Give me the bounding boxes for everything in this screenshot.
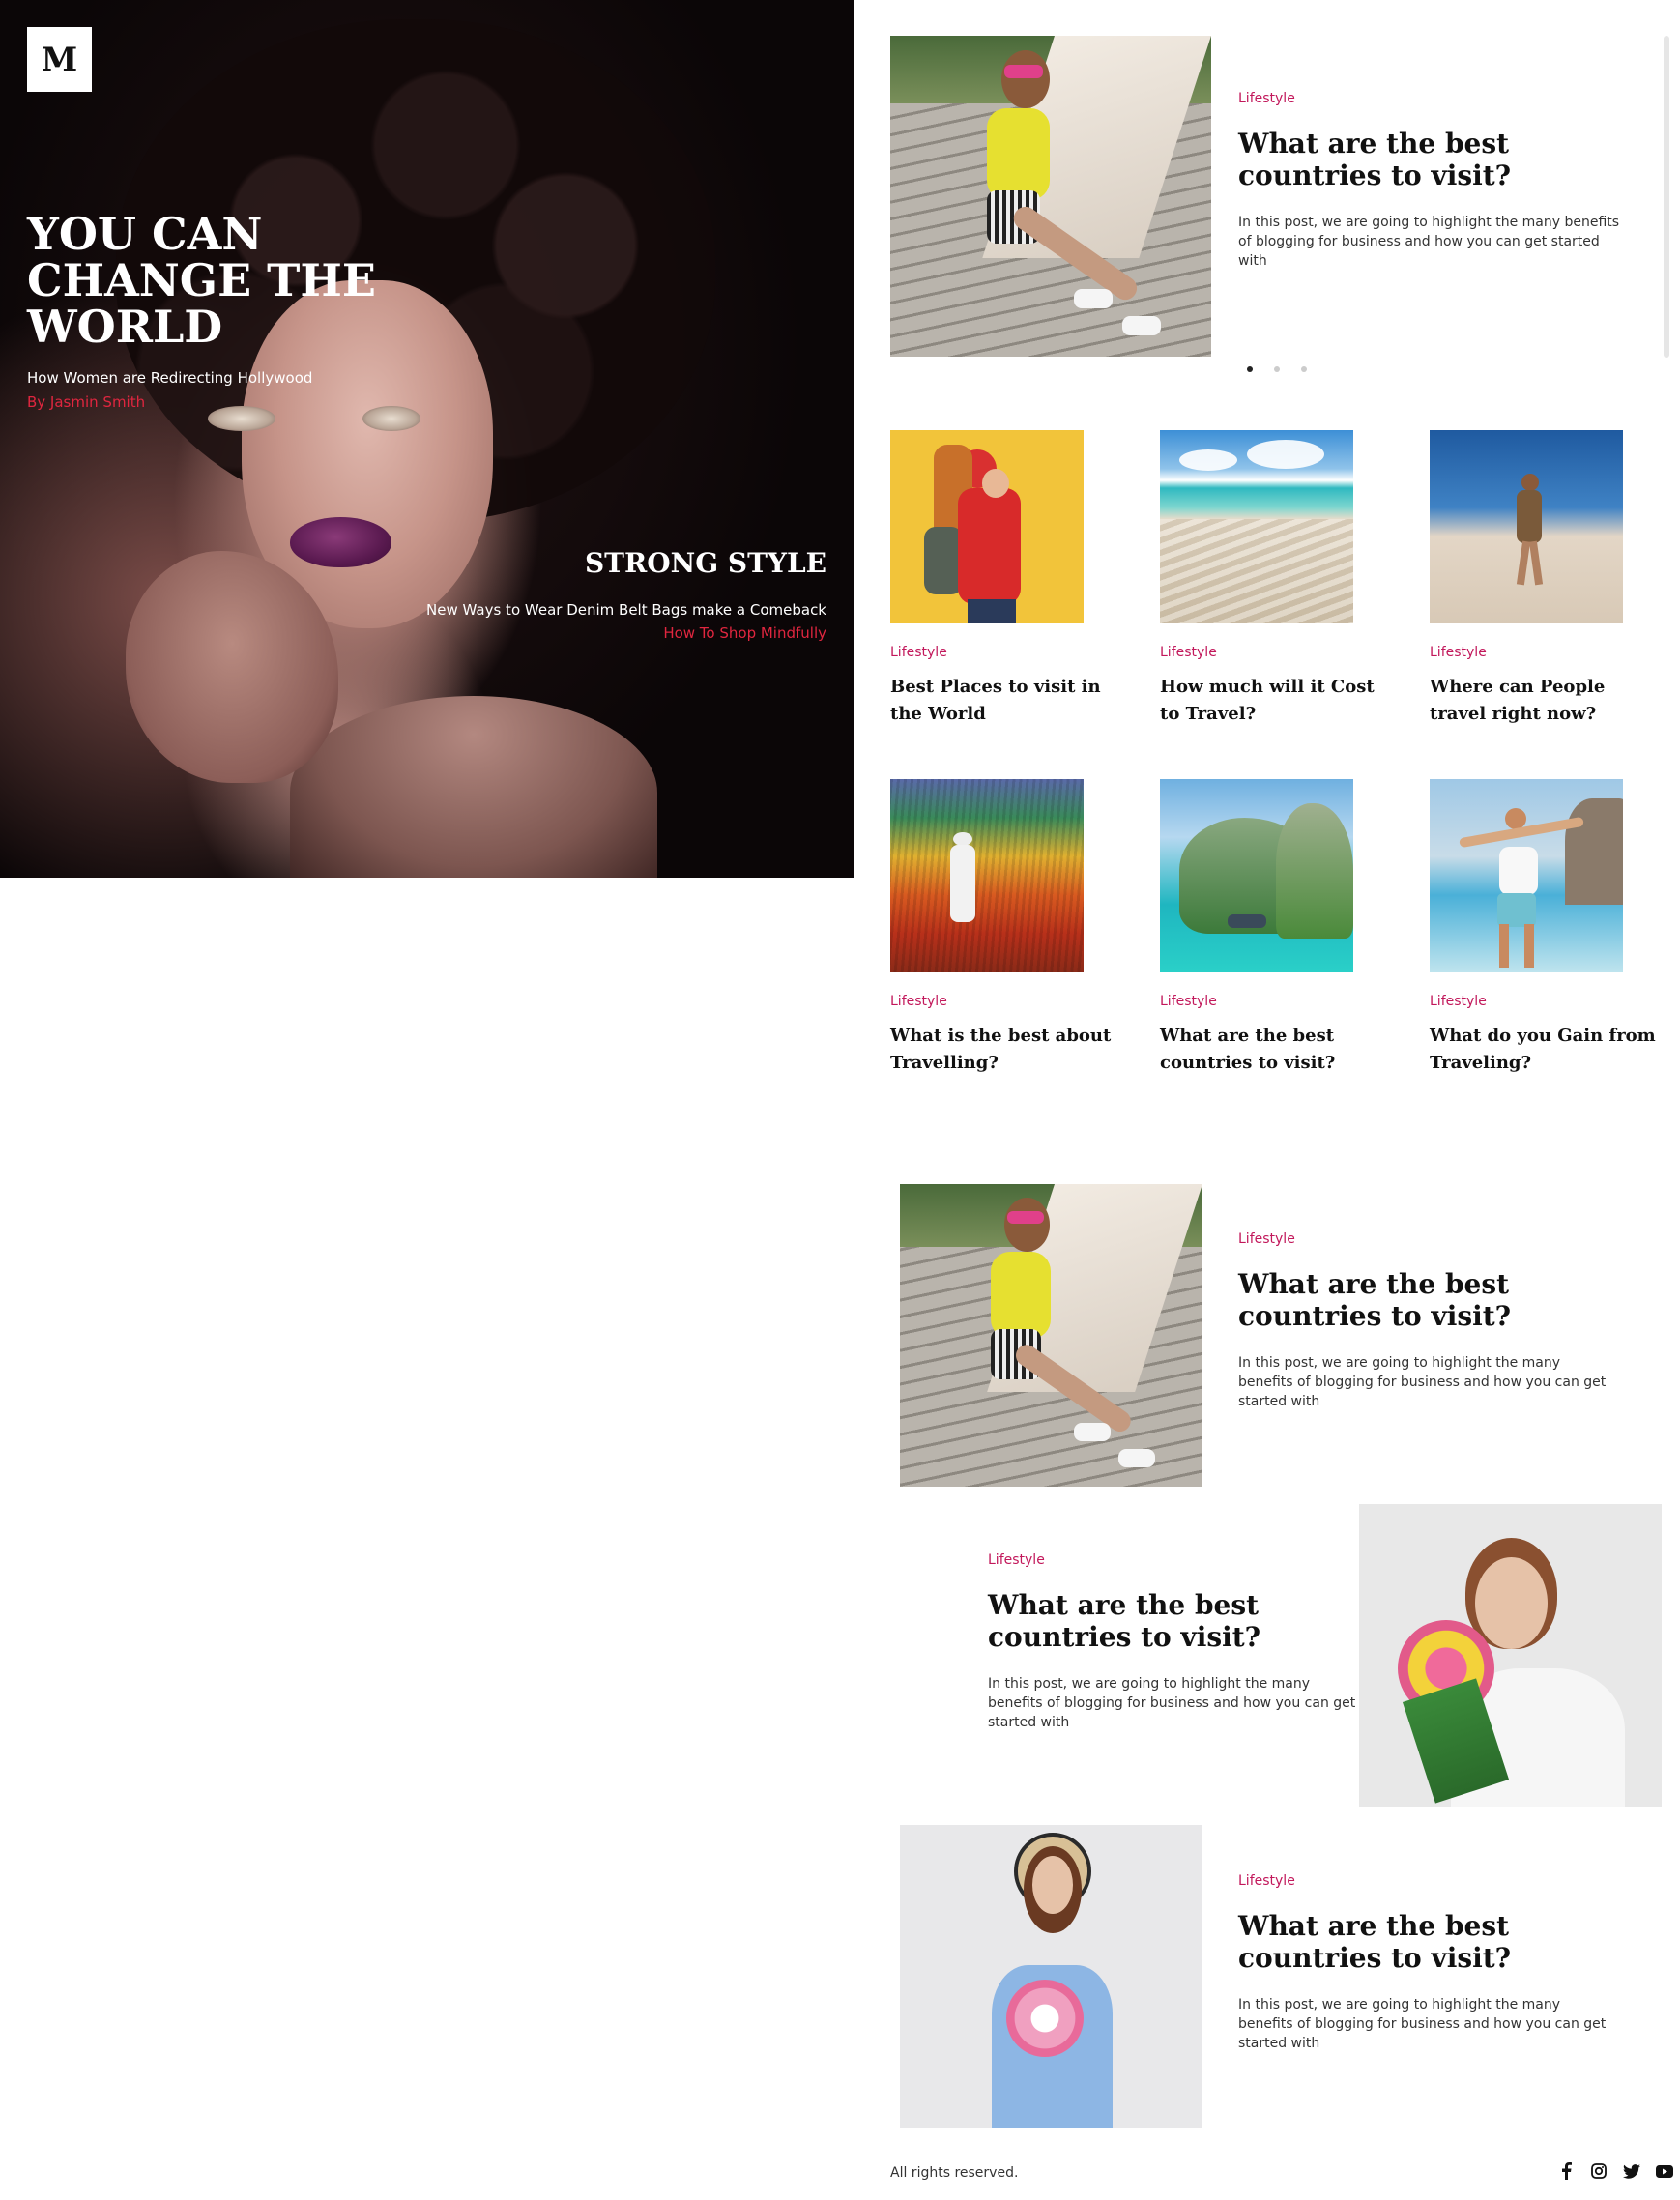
hero-photo-eye — [208, 406, 275, 431]
slider-scrollbar[interactable] — [1664, 36, 1669, 358]
post-category[interactable]: Lifestyle — [1238, 1873, 1615, 1889]
featured-slide[interactable]: Lifestyle What are the best countries to… — [890, 36, 1664, 357]
post-title[interactable]: What are the best countries to visit? — [988, 1589, 1365, 1653]
hero-secondary-subtitle[interactable]: New Ways to Wear Denim Belt Bags make a … — [426, 601, 826, 619]
post-category[interactable]: Lifestyle — [890, 994, 1122, 1009]
slider-pagination — [1247, 366, 1307, 372]
slider-dot[interactable] — [1247, 366, 1253, 372]
post-category[interactable]: Lifestyle — [988, 1552, 1365, 1568]
featured-post-image[interactable] — [890, 36, 1211, 357]
hero-secondary-title[interactable]: STRONG STYLE — [585, 547, 826, 579]
hero-author-link[interactable]: By Jasmin Smith — [27, 393, 145, 411]
post-category[interactable]: Lifestyle — [1160, 994, 1392, 1009]
list-post-text: Lifestyle What are the best countries to… — [988, 1552, 1365, 1732]
list-post-text: Lifestyle What are the best countries to… — [1238, 1873, 1615, 2053]
footer-copyright: All rights reserved. — [890, 2165, 1019, 2181]
site-logo[interactable]: M — [27, 27, 92, 92]
list-post-text: Lifestyle What are the best countries to… — [1238, 1231, 1615, 1411]
post-title[interactable]: What are the best countries to visit? — [1160, 1023, 1392, 1077]
grid-post-image[interactable] — [1160, 779, 1353, 972]
hero-subtitle[interactable]: How Women are Redirecting Hollywood — [27, 369, 312, 387]
social-links — [1556, 2161, 1674, 2181]
grid-post-image[interactable] — [890, 779, 1084, 972]
youtube-icon[interactable] — [1655, 2161, 1674, 2181]
post-title[interactable]: What are the best countries to visit? — [1238, 1268, 1615, 1332]
post-excerpt: In this post, we are going to highlight … — [1238, 1997, 1607, 2051]
hero-photo-lips — [290, 517, 391, 567]
grid-post-image[interactable] — [890, 430, 1084, 623]
slider-dot[interactable] — [1301, 366, 1307, 372]
hero-photo-eye — [362, 406, 420, 431]
post-title[interactable]: What do you Gain from Traveling? — [1430, 1023, 1662, 1077]
post-excerpt: In this post, we are going to highlight … — [1238, 215, 1620, 269]
grid-post-card[interactable]: Lifestyle Best Places to visit in the Wo… — [890, 430, 1122, 728]
hero-title[interactable]: YOU CAN CHANGE THE WORLD — [27, 211, 433, 350]
grid-post-card[interactable]: Lifestyle What do you Gain from Travelin… — [1430, 779, 1662, 1077]
grid-post-image[interactable] — [1160, 430, 1353, 623]
post-excerpt: In this post, we are going to highlight … — [1238, 1355, 1607, 1409]
grid-post-card[interactable]: Lifestyle Where can People travel right … — [1430, 430, 1662, 728]
facebook-icon[interactable] — [1556, 2161, 1576, 2181]
list-post-image[interactable] — [900, 1184, 1202, 1487]
grid-post-card[interactable]: Lifestyle What are the best countries to… — [1160, 779, 1392, 1077]
post-title[interactable]: What is the best about Travelling? — [890, 1023, 1122, 1077]
post-category[interactable]: Lifestyle — [890, 645, 1122, 660]
twitter-icon[interactable] — [1622, 2161, 1641, 2181]
list-post-image[interactable] — [900, 1825, 1202, 2128]
post-title[interactable]: How much will it Cost to Travel? — [1160, 674, 1392, 728]
grid-post-card[interactable]: Lifestyle What is the best about Travell… — [890, 779, 1122, 1077]
hero-photo-neck — [290, 696, 657, 878]
post-category[interactable]: Lifestyle — [1238, 91, 1625, 106]
post-category[interactable]: Lifestyle — [1160, 645, 1392, 660]
post-title[interactable]: Best Places to visit in the World — [890, 674, 1122, 728]
grid-post-image[interactable] — [1430, 779, 1623, 972]
post-title[interactable]: Where can People travel right now? — [1430, 674, 1662, 728]
list-post-image[interactable] — [1359, 1504, 1662, 1807]
post-category[interactable]: Lifestyle — [1430, 994, 1662, 1009]
slider-dot[interactable] — [1274, 366, 1280, 372]
post-category[interactable]: Lifestyle — [1238, 1231, 1615, 1247]
post-category[interactable]: Lifestyle — [1430, 645, 1662, 660]
grid-post-card[interactable]: Lifestyle How much will it Cost to Trave… — [1160, 430, 1392, 728]
featured-post-text: Lifestyle What are the best countries to… — [1238, 91, 1625, 271]
instagram-icon[interactable] — [1589, 2161, 1608, 2181]
post-excerpt: In this post, we are going to highlight … — [988, 1676, 1356, 1730]
grid-post-image[interactable] — [1430, 430, 1623, 623]
hero-banner[interactable]: M YOU CAN CHANGE THE WORLD How Women are… — [0, 0, 854, 878]
post-title[interactable]: What are the best countries to visit? — [1238, 1910, 1615, 1974]
hero-secondary-link[interactable]: How To Shop Mindfully — [663, 624, 826, 642]
post-title[interactable]: What are the best countries to visit? — [1238, 128, 1625, 191]
